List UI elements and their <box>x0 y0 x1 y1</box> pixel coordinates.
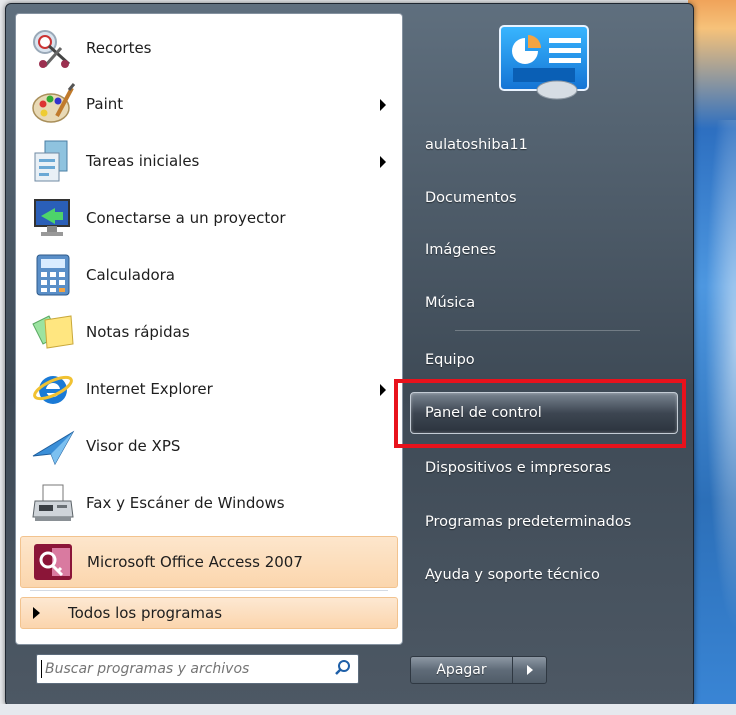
shutdown-button[interactable]: Apagar <box>410 656 513 684</box>
submenu-arrow-icon[interactable] <box>380 156 386 168</box>
search-icon[interactable] <box>334 659 352 677</box>
internet-explorer-icon <box>28 365 78 413</box>
all-programs-label: Todos los programas <box>68 604 223 622</box>
calculator-icon <box>28 251 78 299</box>
program-internet-explorer[interactable]: Internet Explorer <box>16 363 402 415</box>
right-item-user[interactable]: aulatoshiba11 <box>410 125 680 165</box>
program-label: Conectarse a un proyector <box>86 209 286 227</box>
right-item-musica[interactable]: Música <box>410 283 680 323</box>
program-label: Recortes <box>86 39 152 57</box>
arrow-right-icon <box>526 665 533 675</box>
program-access-2007[interactable]: Microsoft Office Access 2007 <box>20 536 398 588</box>
program-label: Microsoft Office Access 2007 <box>87 553 303 571</box>
expand-arrow-icon <box>33 607 40 619</box>
right-item-equipo[interactable]: Equipo <box>410 340 680 380</box>
user-picture[interactable] <box>497 24 591 100</box>
program-paint[interactable]: Paint <box>16 78 402 130</box>
program-label: Notas rápidas <box>86 323 190 341</box>
search-box[interactable] <box>36 654 359 684</box>
right-divider <box>455 330 640 331</box>
program-label: Fax y Escáner de Windows <box>86 494 285 512</box>
program-label: Calculadora <box>86 266 176 284</box>
right-item-documentos[interactable]: Documentos <box>410 178 680 218</box>
wallpaper-glow <box>700 120 736 680</box>
right-item-dispositivos[interactable]: Dispositivos e impresoras <box>410 448 680 488</box>
submenu-arrow-icon[interactable] <box>380 384 386 396</box>
bottom-strip <box>0 704 736 715</box>
access-key-icon <box>29 538 79 586</box>
separator <box>30 590 388 591</box>
program-recortes[interactable]: Recortes <box>16 22 402 74</box>
program-tareas-iniciales[interactable]: Tareas iniciales <box>16 135 402 187</box>
getting-started-icon <box>28 137 78 185</box>
program-notas-rapidas[interactable]: Notas rápidas <box>16 306 402 358</box>
sticky-notes-icon <box>28 308 78 356</box>
xps-viewer-icon <box>28 422 78 470</box>
search-input[interactable] <box>41 660 327 678</box>
shutdown-options-button[interactable] <box>512 656 547 684</box>
program-label: Visor de XPS <box>86 437 181 455</box>
user-chart-avatar-icon <box>499 25 589 100</box>
projector-monitor-icon <box>28 194 78 242</box>
program-label: Tareas iniciales <box>86 152 200 170</box>
right-item-ayuda[interactable]: Ayuda y soporte técnico <box>410 555 680 595</box>
scissors-icon <box>28 24 78 72</box>
program-label: Internet Explorer <box>86 380 213 398</box>
program-label: Paint <box>86 95 124 113</box>
program-visor-xps[interactable]: Visor de XPS <box>16 420 402 472</box>
red-highlight-box <box>394 379 686 448</box>
program-fax-escaner[interactable]: Fax y Escáner de Windows <box>16 477 402 529</box>
paint-palette-icon <box>28 80 78 128</box>
program-calculadora[interactable]: Calculadora <box>16 249 402 301</box>
fax-scanner-icon <box>28 479 78 527</box>
all-programs-button[interactable]: Todos los programas <box>20 597 398 629</box>
submenu-arrow-icon[interactable] <box>380 99 386 111</box>
program-proyector[interactable]: Conectarse a un proyector <box>16 192 402 244</box>
right-item-imagenes[interactable]: Imágenes <box>410 230 680 270</box>
right-item-programas-predeterminados[interactable]: Programas predeterminados <box>410 502 680 542</box>
programs-pane: Recortes Paint Tareas iniciales Conectar… <box>15 13 403 645</box>
